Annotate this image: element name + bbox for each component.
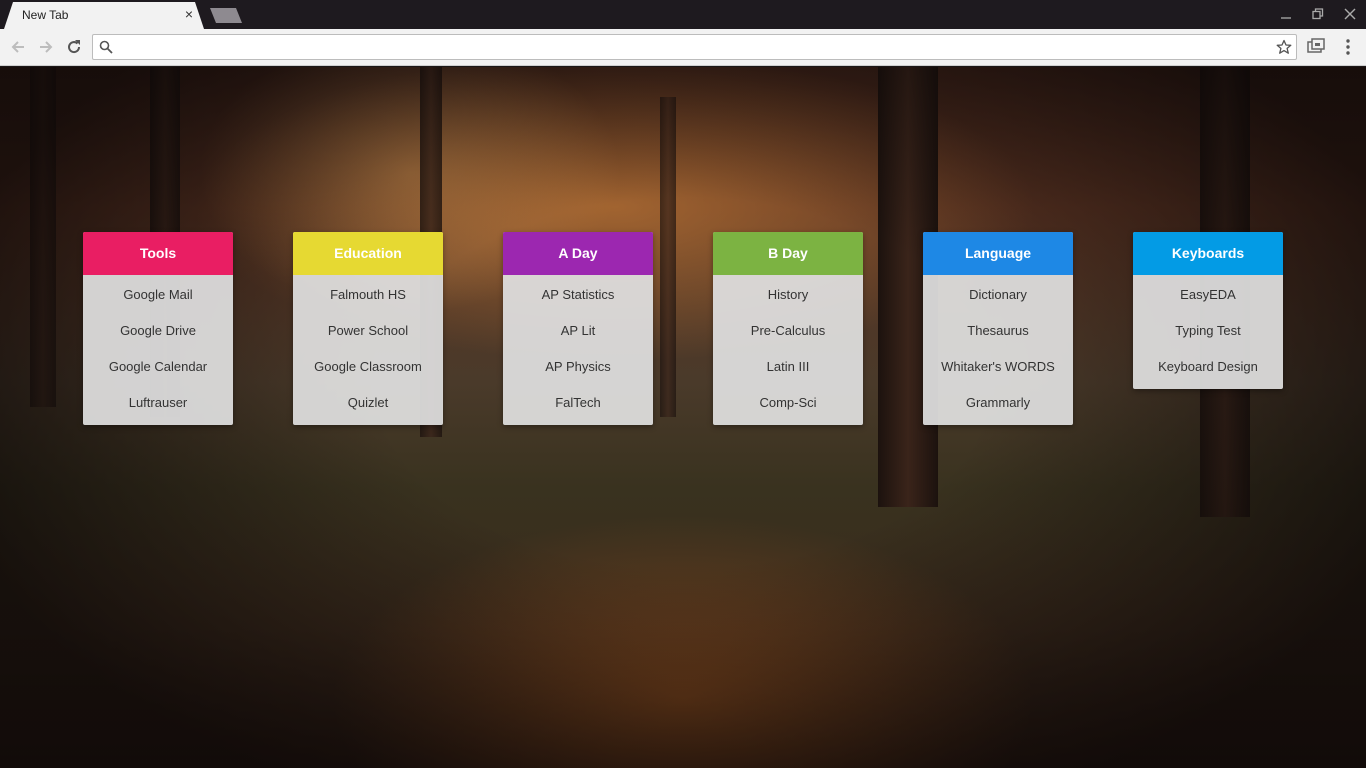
link-dictionary[interactable]: Dictionary xyxy=(923,277,1073,313)
link-latin-iii[interactable]: Latin III xyxy=(713,349,863,385)
card-education: Education Falmouth HS Power School Googl… xyxy=(293,232,443,425)
address-input[interactable] xyxy=(119,38,1269,56)
link-ap-statistics[interactable]: AP Statistics xyxy=(503,277,653,313)
minimize-button[interactable] xyxy=(1274,4,1298,24)
link-google-calendar[interactable]: Google Calendar xyxy=(83,349,233,385)
link-ap-lit[interactable]: AP Lit xyxy=(503,313,653,349)
card-link-list: History Pre-Calculus Latin III Comp-Sci xyxy=(713,275,863,425)
forward-button[interactable] xyxy=(36,37,56,57)
card-header: Tools xyxy=(83,232,233,275)
link-typing-test[interactable]: Typing Test xyxy=(1133,313,1283,349)
link-faltech[interactable]: FalTech xyxy=(503,385,653,421)
card-header: Language xyxy=(923,232,1073,275)
reload-button[interactable] xyxy=(64,37,84,57)
link-power-school[interactable]: Power School xyxy=(293,313,443,349)
card-language: Language Dictionary Thesaurus Whitaker's… xyxy=(923,232,1073,425)
tab-close-icon[interactable]: × xyxy=(182,7,196,21)
back-arrow-icon xyxy=(11,41,24,53)
card-keyboards: Keyboards EasyEDA Typing Test Keyboard D… xyxy=(1133,232,1283,389)
link-keyboard-design[interactable]: Keyboard Design xyxy=(1133,349,1283,385)
new-tab-button[interactable] xyxy=(210,8,242,23)
close-window-button[interactable] xyxy=(1338,4,1362,24)
link-falmouth-hs[interactable]: Falmouth HS xyxy=(293,277,443,313)
cast-icon xyxy=(1307,38,1325,53)
close-icon xyxy=(1344,8,1356,20)
link-ap-physics[interactable]: AP Physics xyxy=(503,349,653,385)
back-button[interactable] xyxy=(8,37,28,57)
reload-icon xyxy=(68,40,81,54)
extension-button[interactable] xyxy=(1306,38,1326,56)
card-header: B Day xyxy=(713,232,863,275)
link-grammarly[interactable]: Grammarly xyxy=(923,385,1073,421)
title-bar: New Tab × xyxy=(0,0,1366,29)
new-tab-icon xyxy=(210,8,242,23)
more-vertical-icon xyxy=(1346,39,1350,55)
address-bar[interactable] xyxy=(92,34,1297,60)
link-thesaurus[interactable]: Thesaurus xyxy=(923,313,1073,349)
forward-arrow-icon xyxy=(40,41,53,53)
card-link-list: EasyEDA Typing Test Keyboard Design xyxy=(1133,275,1283,389)
restore-button[interactable] xyxy=(1306,4,1330,24)
link-comp-sci[interactable]: Comp-Sci xyxy=(713,385,863,421)
bookmark-star-icon[interactable] xyxy=(1276,39,1292,55)
link-google-classroom[interactable]: Google Classroom xyxy=(293,349,443,385)
browser-toolbar xyxy=(0,29,1366,66)
minimize-icon xyxy=(1281,17,1291,19)
card-header: Keyboards xyxy=(1133,232,1283,275)
link-easyeda[interactable]: EasyEDA xyxy=(1133,277,1283,313)
menu-button[interactable] xyxy=(1340,38,1356,56)
card-b-day: B Day History Pre-Calculus Latin III Com… xyxy=(713,232,863,425)
link-whitakers-words[interactable]: Whitaker's WORDS xyxy=(923,349,1073,385)
link-pre-calculus[interactable]: Pre-Calculus xyxy=(713,313,863,349)
search-icon xyxy=(99,40,113,54)
card-link-list: Google Mail Google Drive Google Calendar… xyxy=(83,275,233,425)
restore-icon xyxy=(1312,8,1324,20)
tab-new-tab[interactable]: New Tab × xyxy=(4,2,204,29)
card-tools: Tools Google Mail Google Drive Google Ca… xyxy=(83,232,233,425)
link-google-mail[interactable]: Google Mail xyxy=(83,277,233,313)
link-history[interactable]: History xyxy=(713,277,863,313)
card-header: A Day xyxy=(503,232,653,275)
card-link-list: AP Statistics AP Lit AP Physics FalTech xyxy=(503,275,653,425)
link-quizlet[interactable]: Quizlet xyxy=(293,385,443,421)
card-header: Education xyxy=(293,232,443,275)
link-google-drive[interactable]: Google Drive xyxy=(83,313,233,349)
tab-title: New Tab xyxy=(22,8,69,22)
card-link-list: Falmouth HS Power School Google Classroo… xyxy=(293,275,443,425)
card-link-list: Dictionary Thesaurus Whitaker's WORDS Gr… xyxy=(923,275,1073,425)
card-a-day: A Day AP Statistics AP Lit AP Physics Fa… xyxy=(503,232,653,425)
link-luftrauser[interactable]: Luftrauser xyxy=(83,385,233,421)
